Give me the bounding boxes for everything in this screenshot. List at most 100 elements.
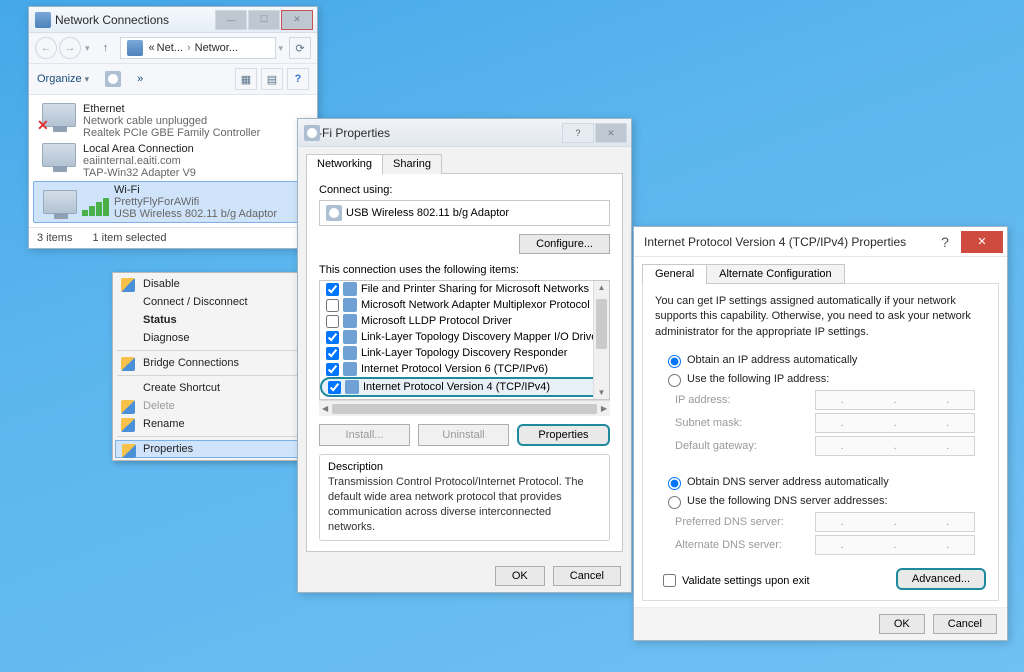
help-button[interactable]: ? bbox=[562, 123, 594, 143]
cancel-button[interactable]: Cancel bbox=[933, 614, 997, 634]
wifi-properties-dialog: Wi-Fi Properties ? ✕ Networking Sharing … bbox=[297, 118, 632, 593]
close-button[interactable]: ✕ bbox=[961, 231, 1003, 253]
window-title: Network Connections bbox=[55, 13, 214, 27]
address-bar: ← → ▾ ↑ « Net... › Networ... ▾ ⟳ bbox=[29, 33, 317, 64]
preferred-dns-field[interactable]: ... bbox=[815, 512, 975, 532]
tab-general[interactable]: General bbox=[642, 264, 707, 284]
connect-to-button[interactable] bbox=[105, 71, 125, 87]
refresh-button[interactable]: ⟳ bbox=[289, 37, 311, 59]
protocol-item[interactable]: Link-Layer Topology Discovery Responder bbox=[320, 345, 609, 361]
shield-icon bbox=[122, 444, 136, 458]
view-details-icon[interactable]: ▤ bbox=[261, 68, 283, 90]
radio-input[interactable] bbox=[668, 355, 681, 368]
menu-rename[interactable]: Rename bbox=[115, 415, 304, 433]
overflow-icon[interactable]: » bbox=[137, 73, 143, 85]
ip-address-field[interactable]: ... bbox=[815, 390, 975, 410]
label-default-gateway: Default gateway: bbox=[675, 440, 815, 452]
horizontal-scrollbar[interactable]: ◀▶ bbox=[319, 400, 610, 416]
protocol-item[interactable]: Internet Protocol Version 6 (TCP/IPv6) bbox=[320, 361, 609, 377]
list-item-wifi[interactable]: Wi-Fi PrettyFlyForAWifi USB Wireless 802… bbox=[33, 181, 313, 223]
menu-disable[interactable]: Disable bbox=[115, 275, 304, 293]
protocol-checkbox[interactable] bbox=[326, 363, 339, 376]
breadcrumb-seg[interactable]: Net... bbox=[157, 42, 183, 54]
item-adapter: USB Wireless 802.11 b/g Adaptor bbox=[114, 208, 277, 220]
organize-menu[interactable]: Organize bbox=[37, 73, 89, 85]
protocol-label: Link-Layer Topology Discovery Responder bbox=[361, 347, 567, 359]
help-icon[interactable]: ? bbox=[287, 68, 309, 90]
titlebar[interactable]: Wi-Fi Properties ? ✕ bbox=[298, 119, 631, 147]
menu-properties[interactable]: Properties bbox=[115, 440, 304, 458]
alternate-dns-field[interactable]: ... bbox=[815, 535, 975, 555]
protocol-item[interactable]: Microsoft Network Adapter Multiplexor Pr… bbox=[320, 297, 609, 313]
titlebar[interactable]: Internet Protocol Version 4 (TCP/IPv4) P… bbox=[634, 227, 1007, 257]
close-button[interactable]: ✕ bbox=[595, 123, 627, 143]
protocol-item[interactable]: File and Printer Sharing for Microsoft N… bbox=[320, 281, 609, 297]
radio-input[interactable] bbox=[668, 477, 681, 490]
protocol-label: Internet Protocol Version 6 (TCP/IPv6) bbox=[361, 363, 548, 375]
radio-dns-manual[interactable]: Use the following DNS server addresses: bbox=[663, 493, 986, 509]
close-button[interactable] bbox=[281, 10, 313, 30]
list-item-ethernet[interactable]: Ethernet Network cable unplugged Realtek… bbox=[33, 101, 313, 141]
protocol-item[interactable]: Internet Protocol Version 4 (TCP/IPv4) bbox=[320, 377, 609, 397]
scrollbar-thumb[interactable] bbox=[596, 299, 607, 349]
menu-shortcut[interactable]: Create Shortcut bbox=[115, 379, 304, 397]
radio-input[interactable] bbox=[668, 374, 681, 387]
radio-input[interactable] bbox=[668, 496, 681, 509]
radio-dns-auto[interactable]: Obtain DNS server address automatically bbox=[663, 474, 986, 490]
help-button[interactable]: ? bbox=[931, 234, 959, 250]
validate-checkbox[interactable] bbox=[663, 574, 676, 587]
properties-button[interactable]: Properties bbox=[517, 424, 610, 446]
protocol-checkbox[interactable] bbox=[328, 381, 341, 394]
vertical-scrollbar[interactable] bbox=[593, 281, 609, 399]
status-count: 3 items bbox=[37, 232, 72, 244]
protocol-checkbox[interactable] bbox=[326, 283, 339, 296]
subnet-mask-field[interactable]: ... bbox=[815, 413, 975, 433]
menu-status[interactable]: Status bbox=[115, 311, 304, 329]
tab-alternate[interactable]: Alternate Configuration bbox=[706, 264, 845, 284]
label-preferred-dns: Preferred DNS server: bbox=[675, 516, 815, 528]
default-gateway-field[interactable]: ... bbox=[815, 436, 975, 456]
breadcrumb-seg[interactable]: Networ... bbox=[195, 42, 238, 54]
connect-to-icon bbox=[105, 71, 121, 87]
menu-separator bbox=[117, 350, 302, 351]
minimize-button[interactable] bbox=[215, 10, 247, 30]
forward-button[interactable]: → bbox=[59, 37, 81, 59]
validate-label: Validate settings upon exit bbox=[682, 575, 810, 587]
protocol-item[interactable]: Link-Layer Topology Discovery Mapper I/O… bbox=[320, 329, 609, 345]
install-button[interactable]: Install... bbox=[319, 424, 410, 446]
item-status: eaiinternal.eaiti.com bbox=[83, 155, 196, 167]
titlebar[interactable]: Network Connections bbox=[29, 7, 317, 33]
view-small-icon[interactable]: ▦ bbox=[235, 68, 257, 90]
ok-button[interactable]: OK bbox=[879, 614, 925, 634]
protocol-checkbox[interactable] bbox=[326, 347, 339, 360]
path-dropdown-icon[interactable]: ▾ bbox=[278, 43, 283, 54]
back-button[interactable]: ← bbox=[35, 37, 57, 59]
protocol-checkbox[interactable] bbox=[326, 331, 339, 344]
up-button[interactable]: ↑ bbox=[96, 37, 116, 59]
cancel-button[interactable]: Cancel bbox=[553, 566, 621, 586]
tab-sharing[interactable]: Sharing bbox=[382, 154, 442, 174]
configure-button[interactable]: Configure... bbox=[519, 234, 610, 254]
protocol-list[interactable]: File and Printer Sharing for Microsoft N… bbox=[319, 280, 610, 400]
menu-bridge[interactable]: Bridge Connections bbox=[115, 354, 304, 372]
radio-ip-auto[interactable]: Obtain an IP address automatically bbox=[663, 352, 986, 368]
breadcrumb[interactable]: « Net... › Networ... bbox=[120, 37, 277, 59]
scrollbar-thumb[interactable] bbox=[332, 404, 597, 414]
menu-diagnose[interactable]: Diagnose bbox=[115, 329, 304, 347]
menu-connect[interactable]: Connect / Disconnect bbox=[115, 293, 304, 311]
label-subnet-mask: Subnet mask: bbox=[675, 417, 815, 429]
uninstall-button[interactable]: Uninstall bbox=[418, 424, 509, 446]
list-item-lan[interactable]: Local Area Connection eaiinternal.eaiti.… bbox=[33, 141, 313, 181]
radio-ip-manual[interactable]: Use the following IP address: bbox=[663, 371, 986, 387]
protocol-checkbox[interactable] bbox=[326, 299, 339, 312]
nic-icon bbox=[42, 103, 76, 127]
ok-button[interactable]: OK bbox=[495, 566, 545, 586]
protocol-item[interactable]: Microsoft LLDP Protocol Driver bbox=[320, 313, 609, 329]
tab-networking[interactable]: Networking bbox=[306, 154, 383, 174]
protocol-checkbox[interactable] bbox=[326, 315, 339, 328]
advanced-button[interactable]: Advanced... bbox=[896, 568, 986, 590]
history-dropdown-icon[interactable]: ▾ bbox=[85, 43, 90, 54]
tabs: Networking Sharing bbox=[298, 147, 631, 173]
maximize-button[interactable] bbox=[248, 10, 280, 30]
path-icon bbox=[127, 40, 143, 56]
